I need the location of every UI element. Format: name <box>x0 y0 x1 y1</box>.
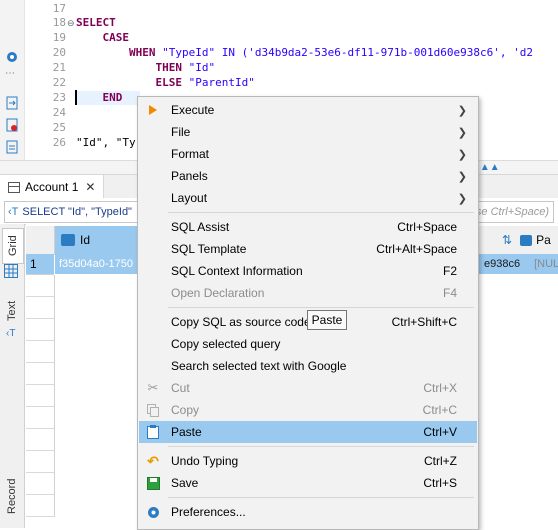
menu-item-execute[interactable]: Execute ❯ <box>139 99 477 121</box>
submenu-arrow-icon: ❯ <box>457 192 467 205</box>
menu-item-sql-template[interactable]: SQL Template Ctrl+Alt+Space <box>139 238 477 260</box>
result-view-tabs: Grid Text ‹T Record <box>0 224 25 528</box>
submenu-arrow-icon: ❯ <box>457 126 467 139</box>
copy-icon <box>145 402 161 418</box>
text-cursor <box>75 90 77 105</box>
sort-filter-icon[interactable]: ⇅ <box>502 233 512 247</box>
empty-row <box>26 275 55 297</box>
code-line-17: 17 <box>52 2 66 15</box>
menu-item-undo[interactable]: ↶ Undo Typing Ctrl+Z <box>139 450 477 472</box>
tab-account-1[interactable]: Account 1 ✕ <box>0 175 105 199</box>
submenu-arrow-icon: ❯ <box>457 104 467 117</box>
empty-row <box>26 407 55 429</box>
editor-side-toolbar: ⋯ <box>0 0 25 160</box>
key-column-icon <box>61 234 75 246</box>
menu-separator <box>168 446 474 447</box>
text-view-icon[interactable]: ‹T <box>6 328 15 339</box>
menu-item-sql-assist[interactable]: SQL Assist Ctrl+Space <box>139 216 477 238</box>
code-line-18: 18 SELECT <box>52 16 116 29</box>
table-icon <box>8 181 20 193</box>
more-icon[interactable]: ⋯ <box>5 69 19 79</box>
menu-item-paste[interactable]: Paste Ctrl+V <box>139 421 477 443</box>
table-cell-right[interactable]: e938c6 [NUL <box>478 254 558 274</box>
menu-item-open-declaration[interactable]: Open Declaration F4 <box>139 282 477 304</box>
code-line-19: 19 CASE <box>52 31 129 44</box>
grid-corner <box>26 226 55 255</box>
scissors-icon: ✂ <box>147 380 159 395</box>
tab-record[interactable]: Record <box>2 474 22 518</box>
filter-hint-text: use Ctrl+Space) <box>469 206 549 218</box>
empty-row <box>26 473 55 495</box>
play-icon <box>145 102 161 118</box>
empty-row <box>26 319 55 341</box>
sql-filter-icon: ‹T <box>8 206 19 218</box>
empty-row <box>26 385 55 407</box>
close-icon[interactable]: ✕ <box>85 180 95 194</box>
menu-item-file[interactable]: File ❯ <box>139 121 477 143</box>
menu-separator <box>168 307 474 308</box>
menu-item-search-google[interactable]: Search selected text with Google <box>139 355 477 377</box>
save-icon <box>145 475 161 491</box>
grid-icon[interactable] <box>4 264 18 278</box>
empty-row <box>26 451 55 473</box>
undo-icon: ↶ <box>147 452 159 469</box>
code-line-25: 25 <box>52 121 66 134</box>
error-file-icon[interactable] <box>6 118 18 132</box>
column-header-right[interactable]: ⇅ Pa <box>478 226 558 255</box>
submenu-arrow-icon: ❯ <box>457 170 467 183</box>
menu-item-save[interactable]: Save Ctrl+S <box>139 472 477 494</box>
empty-row <box>26 297 55 319</box>
submenu-arrow-icon: ❯ <box>457 148 467 161</box>
tab-grid[interactable]: Grid <box>2 228 24 264</box>
menu-separator <box>168 497 474 498</box>
menu-item-sql-context[interactable]: SQL Context Information F2 <box>139 260 477 282</box>
menu-separator <box>168 212 474 213</box>
menu-item-panels[interactable]: Panels ❯ <box>139 165 477 187</box>
tab-text[interactable]: Text <box>2 294 22 328</box>
settings-icon[interactable] <box>5 50 19 64</box>
script-file-icon[interactable] <box>6 140 18 154</box>
code-line-20: 20 WHEN "TypeId" IN ('d34b9da2-53e6-df11… <box>52 46 533 59</box>
tooltip: Paste <box>307 310 347 330</box>
empty-row <box>26 495 55 517</box>
column-type-icon <box>520 234 533 246</box>
empty-row <box>26 341 55 363</box>
code-line-24: 24 <box>52 106 66 119</box>
menu-item-layout[interactable]: Layout ❯ <box>139 187 477 209</box>
menu-item-format[interactable]: Format ❯ <box>139 143 477 165</box>
export-icon[interactable] <box>6 96 18 110</box>
tab-label: Account 1 <box>25 180 79 194</box>
column-header-label: Id <box>80 233 91 247</box>
empty-row <box>26 363 55 385</box>
row-number-1[interactable]: 1 <box>26 254 54 275</box>
empty-row <box>26 429 55 451</box>
menu-item-preferences[interactable]: Preferences... <box>139 501 477 523</box>
code-line-22: 22 ELSE "ParentId" <box>52 76 255 89</box>
menu-item-cut[interactable]: ✂ Cut Ctrl+X <box>139 377 477 399</box>
fold-toggle-icon[interactable]: ⊖ <box>67 18 75 29</box>
code-line-26: 26 "Id", "Ty <box>52 136 136 149</box>
gear-icon <box>145 504 161 520</box>
code-line-23: 23 END <box>52 91 123 104</box>
code-line-21: 21 THEN "Id" <box>52 61 216 74</box>
menu-item-copy-query[interactable]: Copy selected query <box>139 333 477 355</box>
menu-item-copy[interactable]: Copy Ctrl+C <box>139 399 477 421</box>
column-header-label-right: Pa <box>536 233 551 247</box>
filter-query-text: SELECT "Id", "TypeId" <box>22 206 132 218</box>
clipboard-icon <box>145 424 161 440</box>
